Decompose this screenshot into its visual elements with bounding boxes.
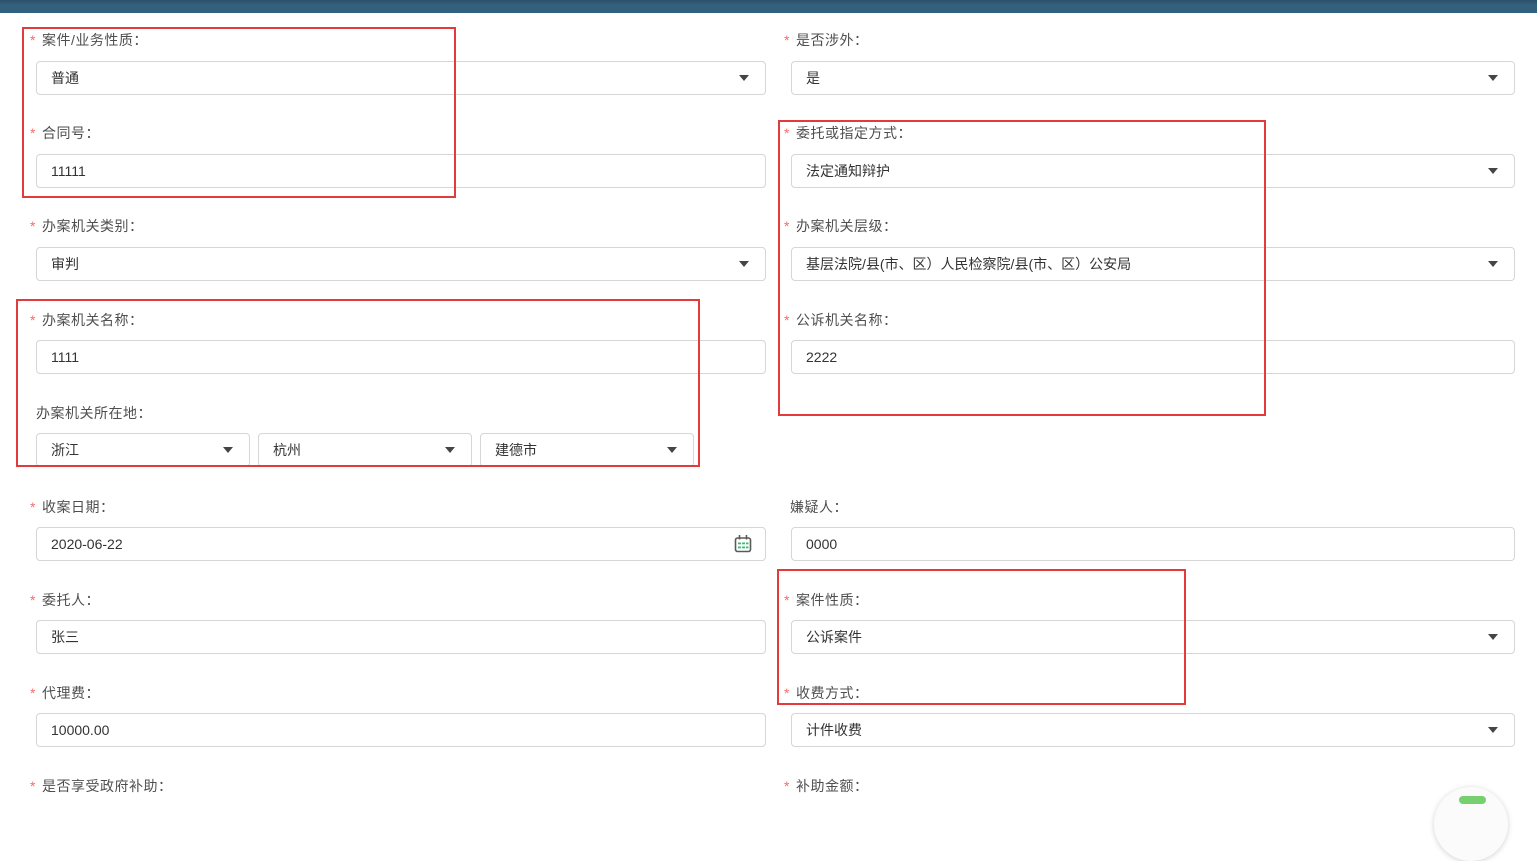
required-asterisk: * [784,592,790,608]
field-label: 是否享受政府补助： [42,776,173,796]
field-handling-organ-category: * 办案机关类别： [30,216,143,236]
field-prosecution-organ-name: * 公诉机关名称： [784,310,897,330]
chevron-down-icon [1488,261,1498,267]
case-nature-select[interactable]: 公诉案件 [791,620,1515,654]
top-nav-bar [0,0,1537,13]
field-entrust-method: * 委托或指定方式： [784,123,912,143]
calendar-icon[interactable] [734,535,752,554]
client-input[interactable]: 张三 [36,620,766,654]
suspect-input[interactable]: 0000 [791,527,1515,561]
field-handling-organ-level: * 办案机关层级： [784,216,897,236]
required-asterisk: * [784,32,790,48]
required-asterisk: * [30,312,36,328]
field-fee-method: * 收费方式： [784,683,868,703]
handling-organ-category-select[interactable]: 审判 [36,247,766,281]
location-district-select[interactable]: 建德市 [480,433,694,467]
agency-fee-input[interactable]: 10000.00 [36,713,766,747]
field-label: 委托人： [42,590,100,610]
handling-organ-level-select[interactable]: 基层法院/县(市、区）人民检察院/县(市、区）公安局 [791,247,1515,281]
field-label: 案件/业务性质： [42,30,148,50]
field-label: 收费方式： [796,683,869,703]
contract-number-input[interactable]: 11111 [36,154,766,188]
field-case-business-nature: * 案件/业务性质： [30,30,148,50]
floating-widget[interactable] [1434,787,1508,861]
field-label: 公诉机关名称： [796,310,898,330]
field-government-subsidy: * 是否享受政府补助： [30,776,172,796]
required-asterisk: * [30,499,36,515]
required-asterisk: * [784,125,790,141]
field-label: 委托或指定方式： [796,123,912,143]
required-asterisk: * [30,32,36,48]
field-label: 办案机关类别： [42,216,144,236]
chevron-down-icon [1488,727,1498,733]
foreign-related-select[interactable]: 是 [791,61,1515,95]
field-label: 案件性质： [796,590,869,610]
field-label: 是否涉外： [796,30,869,50]
field-label: 办案机关层级： [796,216,898,236]
required-asterisk: * [784,778,790,794]
required-asterisk: * [784,685,790,701]
fee-method-select[interactable]: 计件收费 [791,713,1515,747]
location-province-select[interactable]: 浙江 [36,433,250,467]
field-case-nature: * 案件性质： [784,590,868,610]
chevron-down-icon [667,447,677,453]
entrust-method-select[interactable]: 法定通知辩护 [791,154,1515,188]
field-label: 嫌疑人： [790,497,848,517]
required-asterisk: * [30,218,36,234]
required-asterisk: * [30,125,36,141]
field-handling-organ-name: * 办案机关名称： [30,310,143,330]
field-label: 合同号： [42,123,100,143]
floating-widget-green-icon [1459,796,1486,804]
required-asterisk: * [30,592,36,608]
case-accept-date-input[interactable]: 2020-06-22 [36,527,766,561]
field-subsidy-amount: * 补助金额： [784,776,868,796]
chevron-down-icon [223,447,233,453]
field-contract-number: * 合同号： [30,123,100,143]
handling-organ-name-input[interactable]: 1111 [36,340,766,374]
prosecution-organ-name-input[interactable]: 2222 [791,340,1515,374]
required-asterisk: * [784,312,790,328]
field-label: 收案日期： [42,497,115,517]
chevron-down-icon [445,447,455,453]
chevron-down-icon [1488,168,1498,174]
field-client: * 委托人： [30,590,100,610]
case-business-nature-select[interactable]: 普通 [36,61,766,95]
required-asterisk: * [30,685,36,701]
field-foreign-related: * 是否涉外： [784,30,868,50]
location-city-select[interactable]: 杭州 [258,433,472,467]
field-suspect: 嫌疑人： [784,497,848,517]
field-label: 办案机关名称： [42,310,144,330]
chevron-down-icon [1488,75,1498,81]
field-label: 办案机关所在地： [36,403,152,423]
field-case-accept-date: * 收案日期： [30,497,114,517]
chevron-down-icon [739,75,749,81]
field-handling-organ-location: 办案机关所在地： [30,403,152,423]
required-asterisk: * [30,778,36,794]
field-agency-fee: * 代理费： [30,683,100,703]
chevron-down-icon [739,261,749,267]
field-label: 代理费： [42,683,100,703]
field-label: 补助金额： [796,776,869,796]
required-asterisk: * [784,218,790,234]
chevron-down-icon [1488,634,1498,640]
